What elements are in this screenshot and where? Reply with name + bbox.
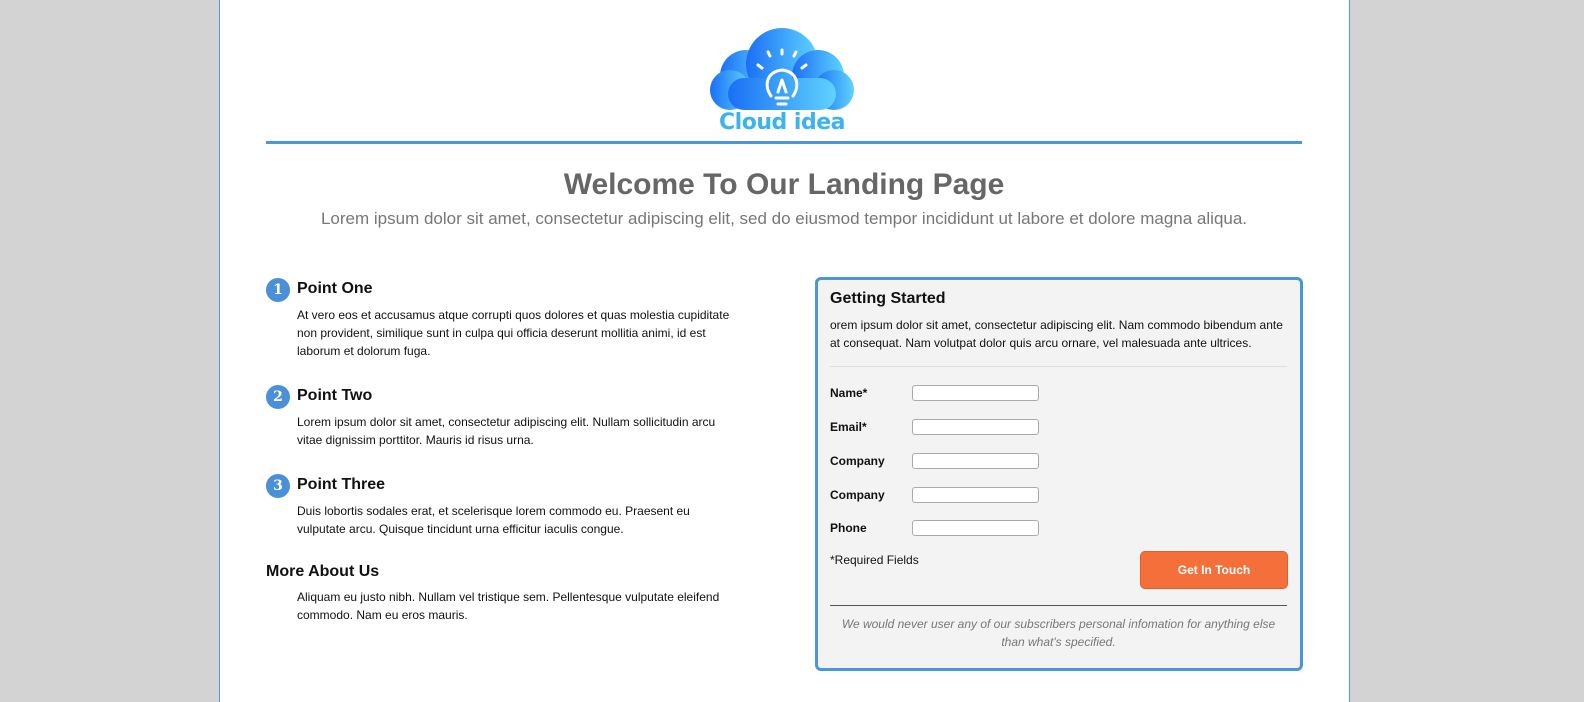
form-intro: orem ipsum dolor sit amet, consectetur a… [830, 318, 1283, 350]
point-two-title: Point Two [297, 387, 373, 404]
privacy-disclaimer: We would never user any of our subscribe… [841, 617, 1276, 649]
name-row: Name* [830, 385, 1290, 403]
email-field[interactable] [912, 419, 1039, 435]
point-two: 2 Point Two Lorem ipsum dolor sit amet, … [266, 385, 736, 455]
company-row-2: Company [830, 487, 1290, 505]
more-about-us-title: More About Us [266, 563, 380, 580]
phone-field[interactable] [912, 520, 1039, 536]
point-three-text: Duis lobortis sodales erat, et scelerisq… [297, 504, 690, 536]
phone-label: Phone [830, 521, 867, 535]
number-three-icon: 3 [266, 474, 290, 498]
page-subtitle: Lorem ipsum dolor sit amet, consectetur … [320, 209, 1248, 228]
cloud-idea-logo[interactable]: Cloud idea [706, 28, 858, 136]
point-one-title: Point One [297, 280, 373, 297]
disclaimer-divider [830, 605, 1287, 606]
point-two-text: Lorem ipsum dolor sit amet, consectetur … [297, 415, 716, 447]
phone-row: Phone [830, 520, 1290, 538]
company-label: Company [830, 454, 885, 468]
form-title: Getting Started [830, 290, 946, 307]
company-field-2[interactable] [912, 487, 1039, 503]
email-row: Email* [830, 419, 1290, 437]
getting-started-form: Getting Started orem ipsum dolor sit ame… [815, 277, 1303, 671]
point-one: 1 Point One At vero eos et accusamus atq… [266, 278, 736, 368]
point-three-title: Point Three [297, 476, 386, 493]
point-three: 3 Point Three Duis lobortis sodales erat… [266, 474, 736, 544]
page-title: Welcome To Our Landing Page [563, 168, 1005, 201]
cloud-lightbulb-icon [710, 28, 854, 110]
name-label: Name* [830, 386, 868, 400]
company-field[interactable] [912, 453, 1039, 469]
more-about-us-text: Aliquam eu justo nibh. Nullam vel tristi… [297, 590, 720, 622]
company-label-2: Company [830, 488, 885, 502]
number-two-icon: 2 [266, 385, 290, 409]
header-divider [266, 141, 1302, 144]
form-divider [830, 366, 1287, 367]
number-one-icon: 1 [266, 278, 290, 302]
company-row: Company [830, 453, 1290, 471]
required-fields-note: *Required Fields [830, 553, 919, 567]
name-field[interactable] [912, 385, 1039, 401]
get-in-touch-button[interactable]: Get In Touch [1140, 551, 1288, 589]
logo-text: Cloud idea [719, 110, 845, 135]
point-one-text: At vero eos et accusamus atque corrupti … [297, 308, 730, 358]
email-label: Email* [830, 420, 867, 434]
